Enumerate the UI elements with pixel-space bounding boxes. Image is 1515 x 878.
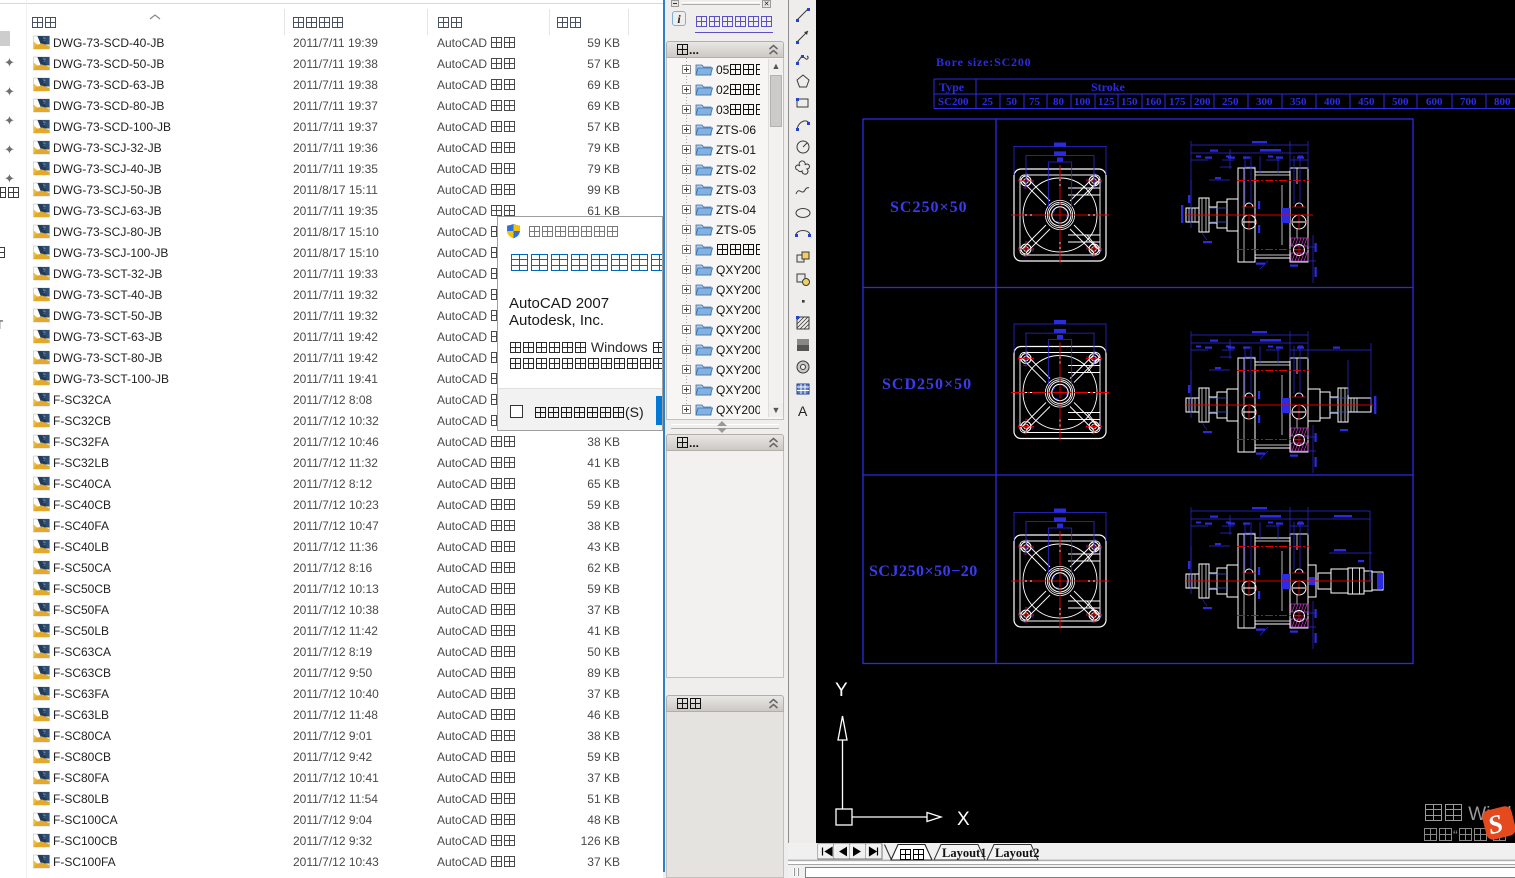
svg-text:600: 600 — [1426, 96, 1443, 108]
svg-text:700: 700 — [1460, 96, 1477, 108]
svg-text:SCD250×50: SCD250×50 — [882, 376, 972, 393]
svg-text:500: 500 — [1392, 96, 1409, 108]
svg-text:50: 50 — [1006, 96, 1018, 108]
svg-text:800: 800 — [1494, 96, 1511, 108]
svg-text:SCJ250×50−20: SCJ250×50−20 — [869, 563, 978, 580]
svg-text:X: X — [957, 809, 970, 830]
svg-text:400: 400 — [1324, 96, 1341, 108]
svg-text:SC200: SC200 — [938, 96, 969, 108]
svg-text:75: 75 — [1029, 96, 1041, 108]
svg-text:125: 125 — [1098, 96, 1115, 108]
svg-text:200: 200 — [1194, 96, 1211, 108]
svg-text:A: A — [798, 403, 808, 419]
svg-text:250: 250 — [1222, 96, 1239, 108]
svg-text:Bore size:SC200: Bore size:SC200 — [936, 55, 1031, 69]
svg-text:175: 175 — [1169, 96, 1186, 108]
svg-text:450: 450 — [1358, 96, 1375, 108]
svg-text:Type: Type — [939, 80, 965, 94]
svg-text:Y: Y — [835, 680, 848, 701]
svg-text:80: 80 — [1053, 96, 1065, 108]
svg-text:25: 25 — [982, 96, 994, 108]
svg-text:100: 100 — [1074, 96, 1091, 108]
svg-text:Stroke: Stroke — [1091, 80, 1125, 94]
svg-text:350: 350 — [1290, 96, 1307, 108]
svg-text:300: 300 — [1256, 96, 1273, 108]
svg-text:160: 160 — [1145, 96, 1162, 108]
svg-text:150: 150 — [1121, 96, 1138, 108]
svg-text:SC250×50: SC250×50 — [890, 199, 968, 216]
